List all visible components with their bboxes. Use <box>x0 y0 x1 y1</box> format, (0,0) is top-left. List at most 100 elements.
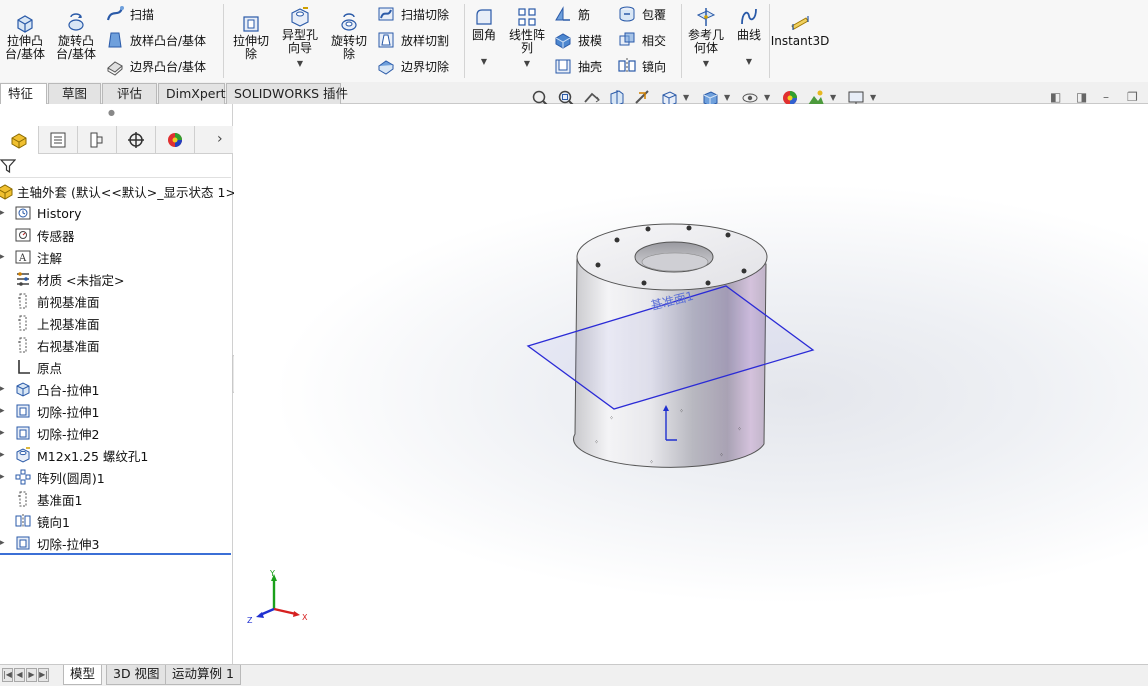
expand-arrow-icon[interactable]: ▸ <box>0 472 6 482</box>
intersect-button[interactable]: 相交 <box>617 29 666 51</box>
restore-icon[interactable]: ❐ <box>1127 90 1138 104</box>
boundary-boss-button[interactable]: 边界凸台/基体 <box>105 55 206 77</box>
tree-item[interactable]: 基准面1 <box>0 488 82 510</box>
reference-geometry-dropdown-icon[interactable]: ▼ <box>703 57 709 70</box>
tile-left-icon[interactable]: ◧ <box>1050 90 1061 104</box>
curves-button[interactable]: 曲线 ▼ <box>732 6 766 68</box>
linear-pattern-button[interactable]: 线性阵 列 ▼ <box>505 6 549 70</box>
hole-wizard-dropdown-icon[interactable]: ▼ <box>297 57 303 70</box>
tree-item[interactable]: ▸ 切除-拉伸2 <box>0 422 99 444</box>
bolt-hole[interactable] <box>705 280 711 286</box>
mirror-button[interactable]: 镜向 <box>617 55 666 77</box>
tree-item[interactable]: ▸ 切除-拉伸1 <box>0 400 99 422</box>
instant3d-button[interactable]: Instant3D <box>771 12 829 48</box>
bolt-hole[interactable] <box>741 268 747 274</box>
expand-arrow-icon[interactable]: ▸ <box>0 428 6 438</box>
tree-root[interactable]: 主轴外套 (默认<<默认>_显示状态 1>) <box>0 180 241 202</box>
dimxpert-manager-tab[interactable] <box>117 126 156 154</box>
rollback-bar[interactable] <box>0 553 231 555</box>
tab-dimxpert[interactable]: DimXpert <box>158 83 226 104</box>
revolve-cut-button[interactable]: 旋转切 除 <box>326 12 372 61</box>
tree-item[interactable]: ▸ 阵列(圆周)1 <box>0 466 105 488</box>
expand-arrow-icon[interactable]: ▸ <box>0 252 6 262</box>
sweep-cut-button[interactable]: 扫描切除 <box>376 3 449 25</box>
bolt-hole[interactable] <box>686 225 692 231</box>
next-tab-icon[interactable]: ▶ <box>26 668 37 682</box>
hole-wizard-button[interactable]: 异型孔 向导 ▼ <box>277 6 323 70</box>
bolt-hole[interactable] <box>641 280 647 286</box>
sweep-button[interactable]: 扫描 <box>105 3 154 25</box>
curves-dropdown-icon[interactable]: ▼ <box>746 55 752 68</box>
property-manager-tab[interactable] <box>39 126 78 154</box>
tree-item[interactable]: 原点 <box>0 356 62 378</box>
loft-cut-button[interactable]: 放样切割 <box>376 29 449 51</box>
reference-geometry-button[interactable]: 参考几 何体 ▼ <box>684 6 728 70</box>
feature-manager-tab[interactable] <box>0 126 39 154</box>
tab-3d-view[interactable]: 3D 视图 <box>106 665 167 685</box>
tree-item-label: 切除-拉伸2 <box>37 426 100 442</box>
boundary-cut-button[interactable]: 边界切除 <box>376 55 449 77</box>
filter-icon[interactable] <box>0 158 16 174</box>
expand-arrow-icon[interactable]: ▸ <box>0 406 6 416</box>
tree-item[interactable]: ▸ M12x1.25 螺纹孔1 <box>0 444 148 466</box>
extrude-cut-button[interactable]: 拉伸切 除 <box>228 12 274 61</box>
tree-item[interactable]: ▸ History <box>0 202 81 224</box>
view-settings-dropdown-icon[interactable]: ▼ <box>870 93 876 102</box>
panel-grip-icon[interactable]: ● <box>108 108 115 117</box>
tree-item[interactable]: 传感器 <box>0 224 75 246</box>
panel-tabs-more-icon[interactable]: › <box>217 131 223 147</box>
revolve-boss-button[interactable]: 旋转凸 台/基体 <box>53 12 99 61</box>
tree-item[interactable]: 镜向1 <box>0 510 70 532</box>
tab-features[interactable]: 特征 <box>0 83 47 104</box>
fillet-dropdown-icon[interactable]: ▼ <box>481 55 487 68</box>
display-style-dropdown-icon[interactable]: ▼ <box>724 93 730 102</box>
bolt-hole[interactable] <box>725 232 731 238</box>
apply-scene-dropdown-icon[interactable]: ▼ <box>830 93 836 102</box>
minimize-icon[interactable]: – <box>1103 90 1109 104</box>
bolt-hole[interactable] <box>645 226 651 232</box>
expand-arrow-icon[interactable]: ▸ <box>0 208 6 218</box>
rib-button[interactable]: 筋 <box>553 3 590 25</box>
tree-item[interactable]: 上视基准面 <box>0 312 100 334</box>
linear-pattern-dropdown-icon[interactable]: ▼ <box>524 57 530 70</box>
expand-arrow-icon[interactable]: ▸ <box>0 384 6 394</box>
display-manager-tab[interactable] <box>156 126 195 154</box>
view-orientation-dropdown-icon[interactable]: ▼ <box>683 93 689 102</box>
extrude-boss-button[interactable]: 拉伸凸 台/基体 <box>2 12 48 61</box>
bolt-hole[interactable] <box>595 262 601 268</box>
draft-button[interactable]: 拔模 <box>553 29 602 51</box>
tab-solidworks-addins[interactable]: SOLIDWORKS 插件 <box>226 83 348 104</box>
bolt-hole[interactable] <box>614 237 620 243</box>
tile-right-icon[interactable]: ◨ <box>1076 90 1087 104</box>
hide-show-dropdown-icon[interactable]: ▼ <box>764 93 770 102</box>
shell-button[interactable]: 抽壳 <box>553 55 602 77</box>
prev-tab-icon[interactable]: ◀ <box>14 668 25 682</box>
wrap-button[interactable]: 包覆 <box>617 3 666 25</box>
tree-item[interactable]: 材质 <未指定> <box>0 268 124 290</box>
tab-evaluate[interactable]: 评估 <box>102 83 157 104</box>
configuration-manager-tab[interactable] <box>78 126 117 154</box>
tree-item[interactable]: 前视基准面 <box>0 290 100 312</box>
expand-arrow-icon[interactable]: ▸ <box>0 450 6 460</box>
tree-item[interactable]: 右视基准面 <box>0 334 100 356</box>
bottom-tab-bar: |◀ ◀ ▶ ▶| 模型 3D 视图 运动算例 1 <box>0 664 1148 686</box>
linear-pattern-icon <box>518 8 536 26</box>
tree-item[interactable]: ▸ 切除-拉伸3 <box>0 532 99 554</box>
tree-item-label: 基准面1 <box>37 492 83 508</box>
tree-item[interactable]: ▸ 凸台-拉伸1 <box>0 378 99 400</box>
first-tab-icon[interactable]: |◀ <box>2 668 13 682</box>
fillet-button[interactable]: 圆角 ▼ <box>467 6 501 68</box>
graphics-area[interactable]: 基准面1 ⁘ ⁘ ⁘ ⁘ ⁘ ⁘ Y X Z <box>234 104 1148 664</box>
orientation-triad[interactable]: Y X Z <box>244 569 308 629</box>
tree-item[interactable]: ▸ A 注解 <box>0 246 62 268</box>
expand-arrow-icon[interactable]: ▸ <box>0 538 6 548</box>
tree-item-label: 镜向1 <box>37 514 70 530</box>
last-tab-icon[interactable]: ▶| <box>38 668 49 682</box>
model-view[interactable]: 基准面1 ⁘ ⁘ ⁘ ⁘ ⁘ ⁘ <box>234 104 1148 664</box>
loft-boss-button[interactable]: 放样凸台/基体 <box>105 29 206 51</box>
tab-sketch[interactable]: 草图 <box>48 83 101 104</box>
shell-icon <box>555 59 571 74</box>
tab-model[interactable]: 模型 <box>63 665 103 685</box>
filter-row[interactable] <box>0 154 231 178</box>
tab-motion-study[interactable]: 运动算例 1 <box>165 665 241 685</box>
